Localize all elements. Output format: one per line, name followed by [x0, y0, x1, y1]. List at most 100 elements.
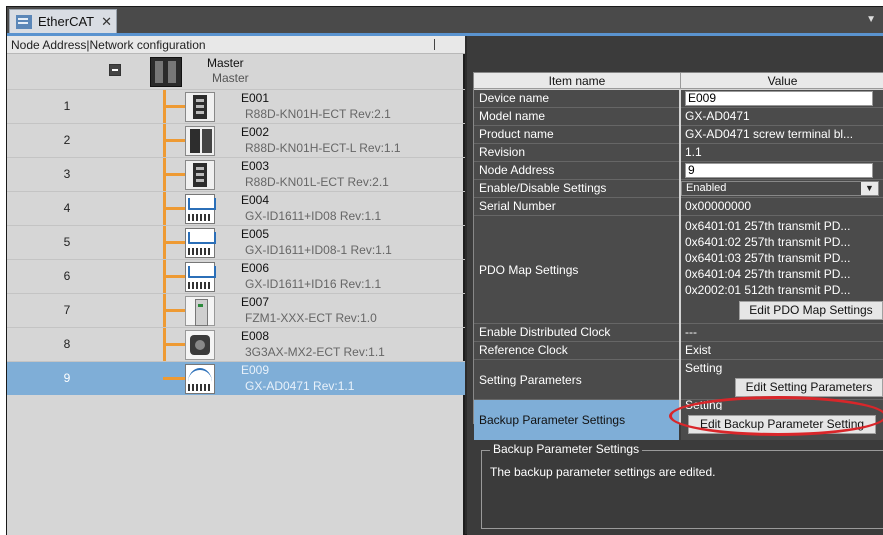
- node-address: 9: [63, 371, 71, 385]
- slave-node-row[interactable]: 5 E005 GX-ID1611+ID08-1 Rev:1.1: [7, 225, 465, 259]
- node-name: E008: [241, 329, 270, 343]
- highlight-ellipse: [669, 396, 883, 436]
- pdo-entry: 0x6401:01 257th transmit PD...: [685, 219, 851, 233]
- master-node[interactable]: Master Master: [7, 55, 465, 89]
- node-model: 3G3AX-MX2-ECT Rev:1.1: [245, 345, 385, 359]
- tab-ethercat[interactable]: EtherCAT ✕: [9, 9, 117, 33]
- node-model: GX-AD0471 Rev:1.1: [245, 379, 355, 393]
- enable-disable-selected: Enabled: [686, 182, 727, 194]
- property-label: Device name: [474, 90, 679, 108]
- distributed-clock-value: ---: [681, 324, 883, 342]
- column-header-value[interactable]: Value: [681, 73, 883, 89]
- wire-branch: [163, 105, 185, 108]
- network-configuration-panel: Node Address|Network configuration Maste…: [7, 36, 465, 535]
- description-text: The backup parameter settings are edited…: [490, 465, 716, 479]
- model-name-value: GX-AD0471: [681, 108, 883, 126]
- node-address: 8: [63, 337, 71, 351]
- node-address: 2: [63, 133, 71, 147]
- node-address: 3: [63, 167, 71, 181]
- wire-branch: [163, 309, 185, 312]
- enable-disable-row: Enabled ▼: [681, 180, 883, 198]
- device-name-row: [681, 90, 883, 108]
- slave-node-row[interactable]: 7 E007 FZM1-XXX-ECT Rev:1.0: [7, 293, 465, 327]
- slave-node-row-selected[interactable]: 9 E009 GX-AD0471 Rev:1.1: [7, 361, 465, 395]
- node-model: FZM1-XXX-ECT Rev:1.0: [245, 311, 377, 325]
- digital-io-terminal-icon: [185, 262, 216, 292]
- node-name: E002: [241, 125, 270, 139]
- servo-drive-linear-icon: [185, 126, 215, 156]
- slave-node-row[interactable]: 3 E003 R88D-KN01L-ECT Rev:2.1: [7, 157, 465, 191]
- enable-disable-dropdown[interactable]: Enabled ▼: [681, 181, 879, 196]
- property-label: Node Address: [474, 162, 679, 180]
- node-address: 4: [63, 201, 71, 215]
- inverter-icon: [185, 330, 215, 360]
- property-label: Product name: [474, 126, 679, 144]
- slave-node-row[interactable]: 8 E008 3G3AX-MX2-ECT Rev:1.1: [7, 327, 465, 361]
- node-model: GX-ID1611+ID08 Rev:1.1: [245, 209, 382, 223]
- wire-branch: [163, 275, 185, 278]
- ethercat-icon: [16, 14, 32, 29]
- slave-node-row[interactable]: 6 E006 GX-ID1611+ID16 Rev:1.1: [7, 259, 465, 293]
- reference-clock-value: Exist: [681, 342, 883, 360]
- node-name: E004: [241, 193, 270, 207]
- node-address: 7: [63, 303, 71, 317]
- node-address-row: [681, 162, 883, 180]
- analog-input-terminal-icon: [185, 364, 215, 394]
- node-model: GX-ID1611+ID08-1 Rev:1.1: [245, 243, 392, 257]
- device-name-input[interactable]: [685, 90, 873, 106]
- slave-node-row[interactable]: 4 E004 GX-ID1611+ID08 Rev:1.1: [7, 191, 465, 225]
- tab-label: EtherCAT: [38, 14, 95, 29]
- node-name: E006: [241, 261, 270, 275]
- collapse-icon[interactable]: [109, 64, 121, 76]
- node-name: E009: [241, 363, 270, 377]
- pdo-map-values: 0x6401:01 257th transmit PD... 0x6401:02…: [681, 216, 883, 324]
- node-address: 6: [63, 269, 71, 283]
- column-splitter[interactable]: [434, 39, 435, 50]
- node-model: GX-ID1611+ID16 Rev:1.1: [245, 277, 382, 291]
- property-label: Enable/Disable Settings: [474, 180, 679, 198]
- master-name: Master: [207, 56, 244, 70]
- column-header-item-name[interactable]: Item name: [474, 73, 681, 89]
- node-name: E003: [241, 159, 270, 173]
- pdo-entry: 0x6401:02 257th transmit PD...: [685, 235, 851, 249]
- property-label: PDO Map Settings: [474, 216, 679, 324]
- description-box: Backup Parameter Settings The backup par…: [481, 442, 883, 529]
- property-table: Item name Value Device name Model name G…: [473, 72, 883, 440]
- slave-node-row[interactable]: 1 E001 R88D-KN01H-ECT Rev:2.1: [7, 89, 465, 123]
- wire-branch: [163, 139, 185, 142]
- node-address: 5: [63, 235, 71, 249]
- slave-node-row[interactable]: 2 E002 R88D-KN01H-ECT-L Rev:1.1: [7, 123, 465, 157]
- digital-io-terminal-icon: [185, 194, 216, 224]
- digital-io-terminal-icon: [185, 228, 216, 258]
- product-name-value: GX-AD0471 screw terminal bl...: [681, 126, 883, 144]
- tab-menu-arrow-icon[interactable]: ▼: [866, 14, 876, 25]
- edit-pdo-map-settings-button[interactable]: Edit PDO Map Settings: [739, 301, 883, 320]
- network-header: Node Address|Network configuration: [7, 36, 465, 54]
- chevron-down-icon[interactable]: ▼: [861, 182, 878, 195]
- pdo-entry: 0x6401:04 257th transmit PD...: [685, 267, 851, 281]
- wire-branch: [163, 207, 185, 210]
- pdo-entry: 0x2002:01 512th transmit PD...: [685, 283, 851, 297]
- node-address-input[interactable]: [685, 162, 873, 178]
- setting-parameters-row: Setting Edit Setting Parameters: [681, 360, 883, 400]
- tab-strip: EtherCAT ✕ ▼: [7, 7, 883, 33]
- edit-setting-parameters-button[interactable]: Edit Setting Parameters: [735, 378, 883, 397]
- close-icon[interactable]: ✕: [101, 14, 112, 30]
- ethercat-window: EtherCAT ✕ ▼ Node Address|Network config…: [6, 6, 883, 535]
- master-sublabel: Master: [212, 71, 249, 85]
- vision-sensor-icon: [185, 296, 215, 326]
- property-label: Setting Parameters: [474, 360, 679, 400]
- setting-parameters-value: Setting: [685, 361, 723, 375]
- properties-panel: Item name Value Device name Model name G…: [467, 36, 883, 535]
- property-label: Revision: [474, 144, 679, 162]
- node-name: E005: [241, 227, 270, 241]
- servo-drive-icon: [185, 92, 215, 122]
- servo-drive-icon: [185, 160, 215, 190]
- pdo-entry: 0x6401:03 257th transmit PD...: [685, 251, 851, 265]
- node-name: E007: [241, 295, 270, 309]
- property-label-selected[interactable]: Backup Parameter Settings: [474, 400, 679, 440]
- property-label: Enable Distributed Clock: [474, 324, 679, 342]
- serial-number-value: 0x00000000: [681, 198, 883, 216]
- node-model: R88D-KN01H-ECT-L Rev:1.1: [245, 141, 401, 155]
- node-model: R88D-KN01L-ECT Rev:2.1: [245, 175, 389, 189]
